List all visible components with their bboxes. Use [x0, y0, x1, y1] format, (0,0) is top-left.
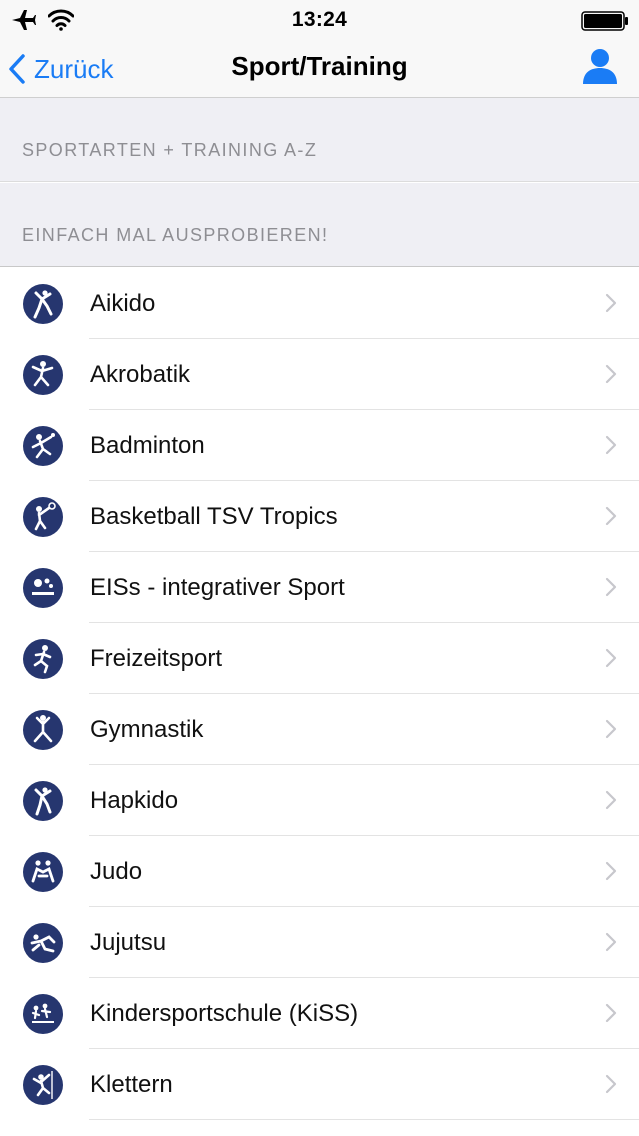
list-item-jujutsu[interactable]: Jujutsu: [0, 907, 639, 978]
chevron-right-icon: [605, 1003, 617, 1023]
list-item-akrobatik[interactable]: Akrobatik: [0, 339, 639, 410]
chevron-right-icon: [605, 293, 617, 313]
list-item-gymnastik[interactable]: Gymnastik: [0, 694, 639, 765]
chevron-right-icon: [605, 861, 617, 881]
list-item-klettern[interactable]: Klettern: [0, 1049, 639, 1120]
list-item-label: EISs - integrativer Sport: [90, 574, 345, 601]
list-item-label: Jujutsu: [90, 929, 167, 956]
chevron-right-icon: [605, 648, 617, 668]
section-header-sportarten[interactable]: SPORTARTEN + TRAINING A-Z: [0, 98, 639, 182]
chevron-right-icon: [605, 932, 617, 952]
klettern-icon: [23, 1065, 63, 1105]
list-item-kiss[interactable]: Kindersportschule (KiSS): [0, 978, 639, 1049]
list-item-label: Kindersportschule (KiSS): [90, 1000, 359, 1027]
hapkido-icon: [23, 781, 63, 821]
list-item-eiss[interactable]: EISs - integrativer Sport: [0, 552, 639, 623]
list-item-badminton[interactable]: Badminton: [0, 410, 639, 481]
chevron-right-icon: [605, 577, 617, 597]
jujutsu-icon: [23, 923, 63, 963]
kiss-icon: [23, 994, 63, 1034]
status-bar: 13:24: [0, 0, 639, 40]
sport-list: Aikido Akrobatik Badminton Basketball TS…: [0, 268, 639, 1120]
status-time: 13:24: [291, 8, 348, 31]
section-header-ausprobieren-label: EINFACH MAL AUSPROBIEREN!: [22, 225, 329, 245]
aikido-icon: [23, 284, 63, 324]
badminton-icon: [23, 426, 63, 466]
list-item-basketball[interactable]: Basketball TSV Tropics: [0, 481, 639, 552]
list-item-hapkido[interactable]: Hapkido: [0, 765, 639, 836]
list-item-label: Badminton: [90, 432, 205, 459]
list-item-label: Klettern: [90, 1071, 173, 1098]
list-item-label: Hapkido: [90, 787, 179, 814]
list-item-label: Gymnastik: [90, 716, 204, 743]
list-item-aikido[interactable]: Aikido: [0, 268, 639, 339]
list-item-label: Akrobatik: [90, 361, 191, 388]
page-title: Sport/Training: [231, 51, 408, 81]
list-item-label: Aikido: [90, 290, 156, 317]
list-item-label: Freizeitsport: [90, 645, 223, 672]
gymnastik-icon: [23, 710, 63, 750]
chevron-right-icon: [605, 790, 617, 810]
navigation-bar: Zurück Sport/Training: [0, 40, 639, 98]
basketball-icon: [23, 497, 63, 537]
chevron-right-icon: [605, 1074, 617, 1094]
list-item-freizeitsport[interactable]: Freizeitsport: [0, 623, 639, 694]
chevron-right-icon: [605, 435, 617, 455]
list-item-label: Judo: [90, 858, 143, 885]
section-header-ausprobieren: EINFACH MAL AUSPROBIEREN!: [0, 183, 639, 267]
chevron-right-icon: [605, 506, 617, 526]
battery-icon: [581, 11, 628, 31]
section-header-sportarten-label: SPORTARTEN + TRAINING A-Z: [22, 140, 318, 160]
freizeitsport-icon: [23, 639, 63, 679]
judo-icon: [23, 852, 63, 892]
akrobatik-icon: [23, 355, 63, 395]
user-profile-icon[interactable]: [581, 46, 619, 86]
chevron-right-icon: [605, 364, 617, 384]
integrativer-sport-icon: [23, 568, 63, 608]
list-item-judo[interactable]: Judo: [0, 836, 639, 907]
list-item-label: Basketball TSV Tropics: [90, 503, 338, 530]
chevron-right-icon: [605, 719, 617, 739]
screen: 13:24 Zurück Sport/Training SPORTARTEN +…: [0, 0, 639, 1136]
